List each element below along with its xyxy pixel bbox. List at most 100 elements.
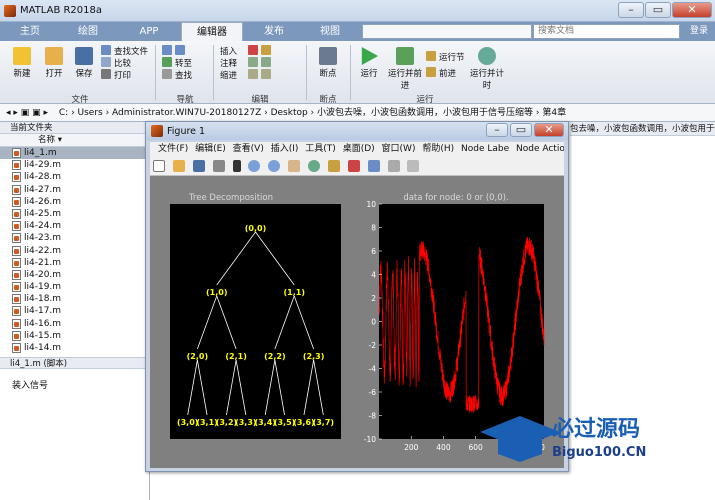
colorbar-icon[interactable]: [387, 160, 400, 172]
new-figure-icon[interactable]: [153, 160, 165, 172]
new-button[interactable]: 新建: [8, 47, 36, 79]
menu-tools[interactable]: 工具(T): [301, 144, 336, 154]
breakpoints-button[interactable]: 断点: [313, 47, 343, 79]
name-column-header[interactable]: 名称 ▾: [0, 134, 149, 147]
tree-node-label[interactable]: (3,4): [254, 418, 275, 427]
tab-publish[interactable]: 发布: [250, 22, 298, 41]
list-item[interactable]: li4-27.m: [0, 184, 149, 196]
list-item[interactable]: li4-24.m: [0, 220, 149, 232]
address-bar[interactable]: ◂ ▸ ▣ ▣ ▸ C: › Users › Administrator.WIN…: [0, 104, 715, 122]
tree-node-label[interactable]: (2,1): [225, 352, 246, 361]
m-file-icon: [12, 148, 21, 158]
comment-button[interactable]: 注释: [220, 57, 274, 69]
list-item[interactable]: li4-17.m: [0, 305, 149, 317]
close-button[interactable]: ✕: [672, 2, 712, 18]
data-cursor-icon[interactable]: [327, 160, 340, 172]
list-item[interactable]: li4-18.m: [0, 293, 149, 305]
save-figure-icon[interactable]: [192, 160, 205, 172]
list-item[interactable]: li4_1.m: [0, 147, 149, 160]
advance-button[interactable]: 前进: [426, 67, 465, 79]
tree-node-label[interactable]: (3,5): [274, 418, 295, 427]
list-item[interactable]: li4-25.m: [0, 208, 149, 220]
list-item[interactable]: li4-15.m: [0, 330, 149, 342]
insert-button[interactable]: 插入: [220, 45, 274, 57]
list-item[interactable]: li4-14.m: [0, 342, 149, 354]
list-item[interactable]: li4-23.m: [0, 232, 149, 244]
find-files-button[interactable]: 查找文件: [101, 45, 148, 57]
menu-file[interactable]: 文件(F): [150, 144, 188, 154]
y-tick-label: 0: [371, 318, 376, 327]
goto-button[interactable]: 转至: [162, 57, 192, 69]
run-section-button[interactable]: 运行节: [426, 51, 465, 63]
tree-node-label[interactable]: (3,3): [235, 418, 256, 427]
save-button[interactable]: 保存: [70, 47, 98, 79]
tab-plots[interactable]: 绘图: [66, 22, 110, 41]
link-plot-icon[interactable]: [367, 160, 380, 172]
list-item[interactable]: li4-19.m: [0, 281, 149, 293]
menu-help[interactable]: 帮助(H): [418, 144, 454, 154]
list-item[interactable]: li4-26.m: [0, 196, 149, 208]
search-docs-input[interactable]: 搜索文档: [533, 24, 680, 39]
pan-hand-icon[interactable]: [288, 160, 301, 172]
rotate-3d-icon[interactable]: [308, 160, 320, 172]
open-file-icon[interactable]: [172, 160, 185, 172]
tab-editor[interactable]: 编辑器: [181, 22, 243, 41]
m-file-icon: [12, 282, 21, 293]
tab-apps[interactable]: APP: [124, 22, 174, 41]
tree-node-label[interactable]: (3,6): [293, 418, 314, 427]
find-button[interactable]: 查找: [162, 69, 192, 81]
nav-arrows-icon[interactable]: ◂ ▸ ▣ ▣ ▸: [0, 108, 48, 118]
edit-plot-icon[interactable]: [232, 160, 241, 172]
indent-button[interactable]: 缩进: [220, 69, 274, 81]
tree-node-label[interactable]: (3,0): [177, 418, 198, 427]
figure-close-button[interactable]: ✕: [534, 123, 564, 137]
tree-node-label[interactable]: (1,1): [284, 288, 305, 297]
tree-node-label[interactable]: (3,2): [216, 418, 237, 427]
menu-node-action[interactable]: Node Action: [512, 144, 564, 154]
list-item[interactable]: li4-20.m: [0, 269, 149, 281]
list-item[interactable]: li4-29.m: [0, 159, 149, 171]
brush-icon[interactable]: [347, 160, 360, 172]
ribbon: 新建 打开 保存 查找文件 比较 打印 文件 转至 查找 导航 插入 注释 缩进…: [0, 41, 715, 105]
zoom-in-icon[interactable]: [248, 160, 261, 172]
tree-node-label[interactable]: (2,2): [264, 352, 285, 361]
tree-node-label[interactable]: (0,0): [245, 224, 266, 233]
legend-icon[interactable]: [407, 160, 420, 172]
menu-window[interactable]: 窗口(W): [378, 144, 416, 154]
run-and-time-button[interactable]: 运行并计时: [470, 47, 504, 91]
run-and-advance-button[interactable]: 运行并前进: [388, 47, 422, 91]
tree-node-label[interactable]: (2,0): [187, 352, 208, 361]
compare-button[interactable]: 比较: [101, 57, 148, 69]
tab-view[interactable]: 视图: [306, 22, 354, 41]
list-item[interactable]: li4-16.m: [0, 318, 149, 330]
menu-edit[interactable]: 编辑(E): [191, 144, 226, 154]
m-file-icon: [12, 330, 21, 341]
tree-node-label[interactable]: (3,1): [196, 418, 217, 427]
tree-node-label[interactable]: (3,7): [313, 418, 334, 427]
zoom-out-icon[interactable]: [268, 160, 281, 172]
maximize-button[interactable]: ▭: [645, 2, 671, 18]
tab-home[interactable]: 主页: [8, 22, 52, 41]
list-item[interactable]: li4-28.m: [0, 171, 149, 183]
print-button[interactable]: 打印: [101, 69, 148, 81]
new-file-icon: [13, 47, 31, 65]
menu-node-label[interactable]: Node Labe: [457, 144, 509, 154]
minimize-button[interactable]: –: [618, 2, 644, 18]
run-button[interactable]: 运行: [354, 47, 384, 79]
back-forward-buttons[interactable]: [162, 45, 192, 57]
menu-desktop[interactable]: 桌面(D): [339, 144, 375, 154]
figure-minimize-button[interactable]: –: [486, 123, 508, 137]
menu-insert[interactable]: 插入(I): [267, 144, 299, 154]
menu-view[interactable]: 查看(V): [229, 144, 264, 154]
open-button[interactable]: 打开: [40, 47, 68, 79]
run-advance-icon: [396, 47, 414, 65]
figure-maximize-button[interactable]: ▭: [510, 123, 532, 137]
quick-access-toolbar[interactable]: [362, 24, 532, 39]
find-files-icon: [101, 45, 111, 55]
tree-node-label[interactable]: (1,0): [206, 288, 227, 297]
print-figure-icon[interactable]: [212, 160, 225, 172]
tree-node-label[interactable]: (2,3): [303, 352, 324, 361]
list-item[interactable]: li4-21.m: [0, 257, 149, 269]
list-item[interactable]: li4-22.m: [0, 245, 149, 257]
login-button[interactable]: 登录: [683, 22, 715, 41]
